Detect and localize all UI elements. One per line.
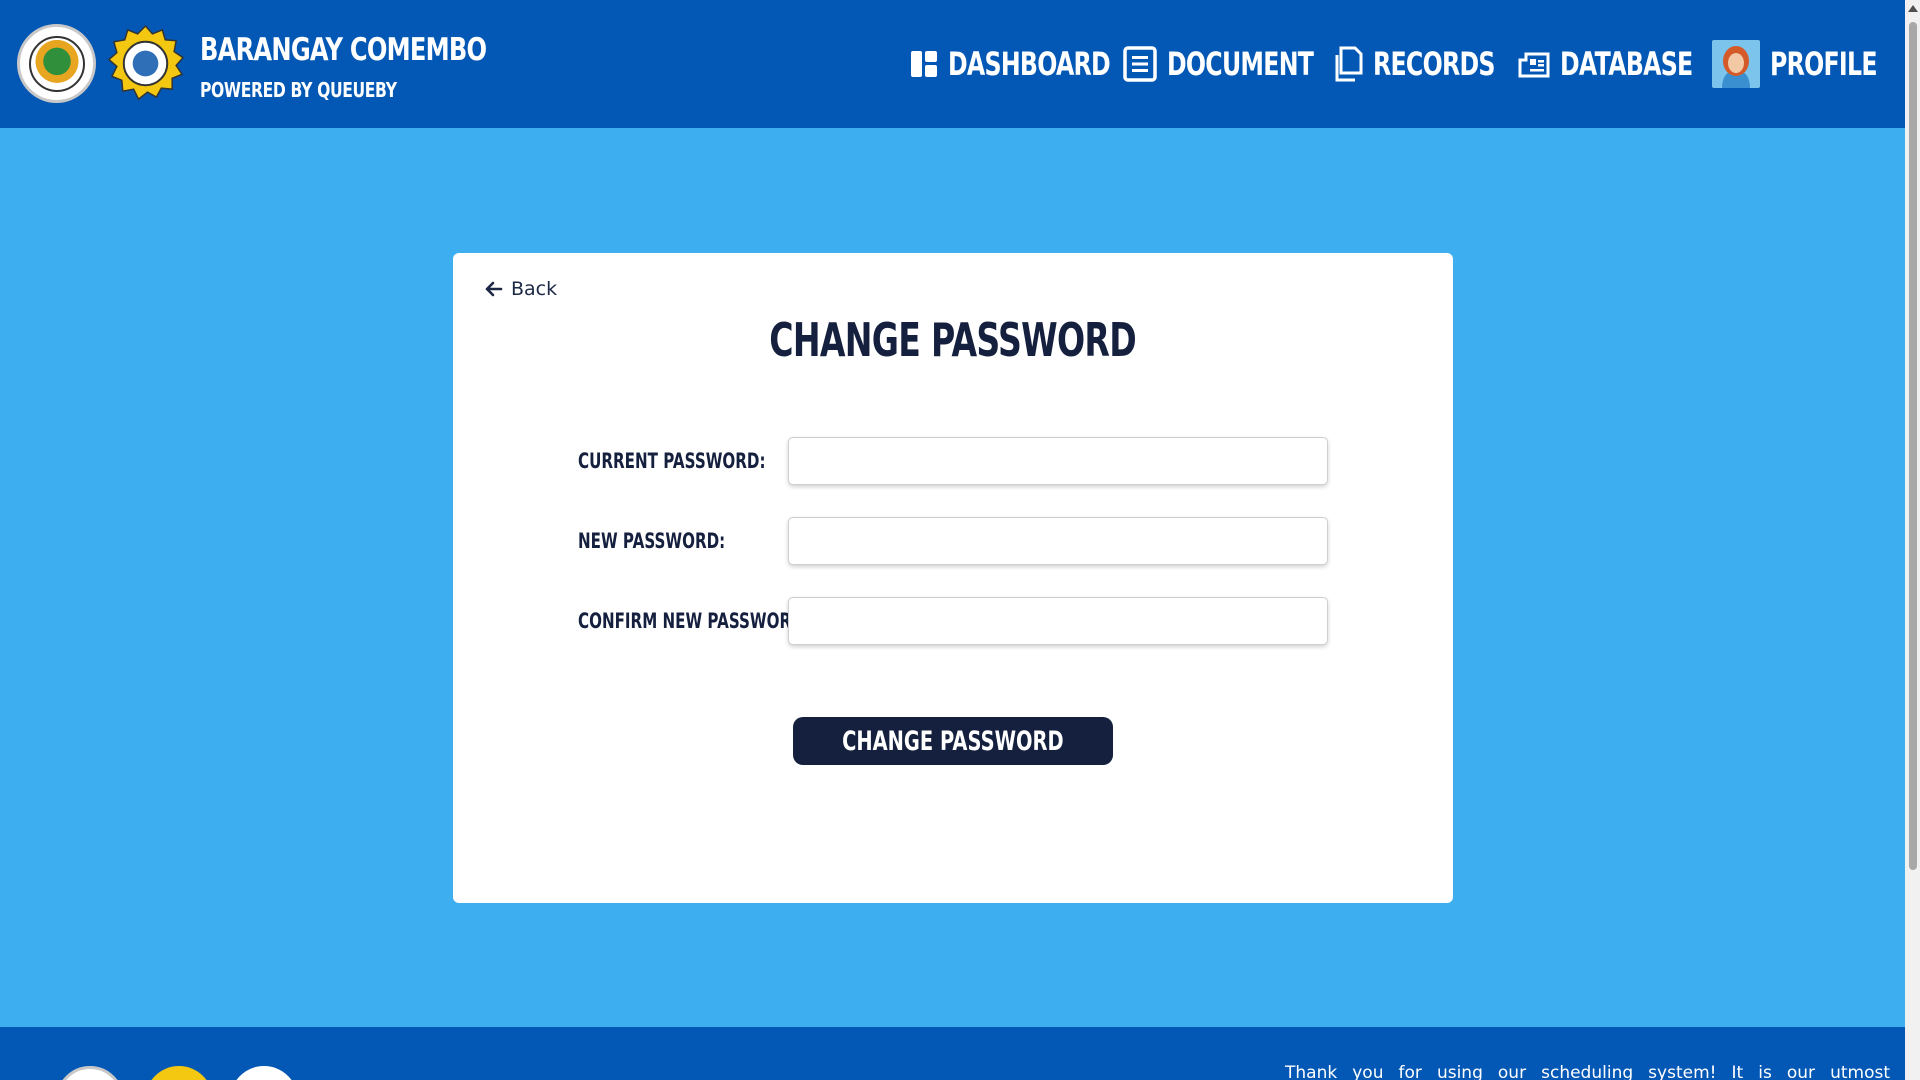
footer-queueby-logo [230,1066,298,1080]
database-icon [1518,52,1550,78]
back-label: Back [511,278,558,300]
current-password-row: CURRENT PASSWORD: [578,437,1328,485]
avatar [1712,40,1760,88]
records-icon [1335,46,1363,82]
nav-records-label: RECORDS [1373,45,1495,83]
nav-document[interactable]: DOCUMENT [1123,40,1365,88]
footer-message: Thank you for using our scheduling syste… [1285,1063,1890,1080]
confirm-password-label: CONFIRM NEW PASSWORD: [578,609,810,633]
nav-dashboard-label: DASHBOARD [948,45,1111,83]
new-password-input[interactable] [788,517,1328,565]
current-password-label: CURRENT PASSWORD: [578,449,766,473]
footer-makati-seal-logo [56,1066,124,1080]
scroll-up-icon[interactable] [1908,5,1918,12]
app-header: BARANGAY COMEMBO POWERED BY QUEUEBY DASH… [0,0,1905,128]
dashboard-icon [911,51,937,77]
document-icon [1123,46,1157,82]
new-password-row: NEW PASSWORD: [578,517,1328,565]
nav-records[interactable]: RECORDS [1331,40,1537,88]
app-title: BARANGAY COMEMBO [200,32,487,68]
comembo-seal-logo [107,24,185,101]
change-password-button[interactable]: CHANGE PASSWORD [793,717,1113,765]
page-title: CHANGE PASSWORD [769,313,1137,367]
back-link[interactable]: Back [485,278,557,300]
nav-database[interactable]: DATABASE [1518,40,1739,88]
page-scrollbar[interactable] [1905,0,1920,1080]
nav-profile-label: PROFILE [1770,45,1878,83]
app-footer: Thank you for using our scheduling syste… [0,1027,1905,1080]
nav-document-label: DOCUMENT [1167,45,1314,83]
nav-database-label: DATABASE [1560,45,1693,83]
new-password-label: NEW PASSWORD: [578,529,726,553]
footer-comembo-seal-logo [145,1066,213,1080]
arrow-left-icon [485,281,503,297]
current-password-input[interactable] [788,437,1328,485]
confirm-password-input[interactable] [788,597,1328,645]
confirm-password-row: CONFIRM NEW PASSWORD: [578,597,1328,645]
nav-profile[interactable]: PROFILE [1712,40,1914,88]
makati-city-seal-logo [17,24,96,103]
app-subtitle: POWERED BY QUEUEBY [200,78,397,102]
change-password-card: Back CHANGE PASSWORD CURRENT PASSWORD: N… [453,253,1453,903]
scrollbar-thumb[interactable] [1909,22,1917,870]
